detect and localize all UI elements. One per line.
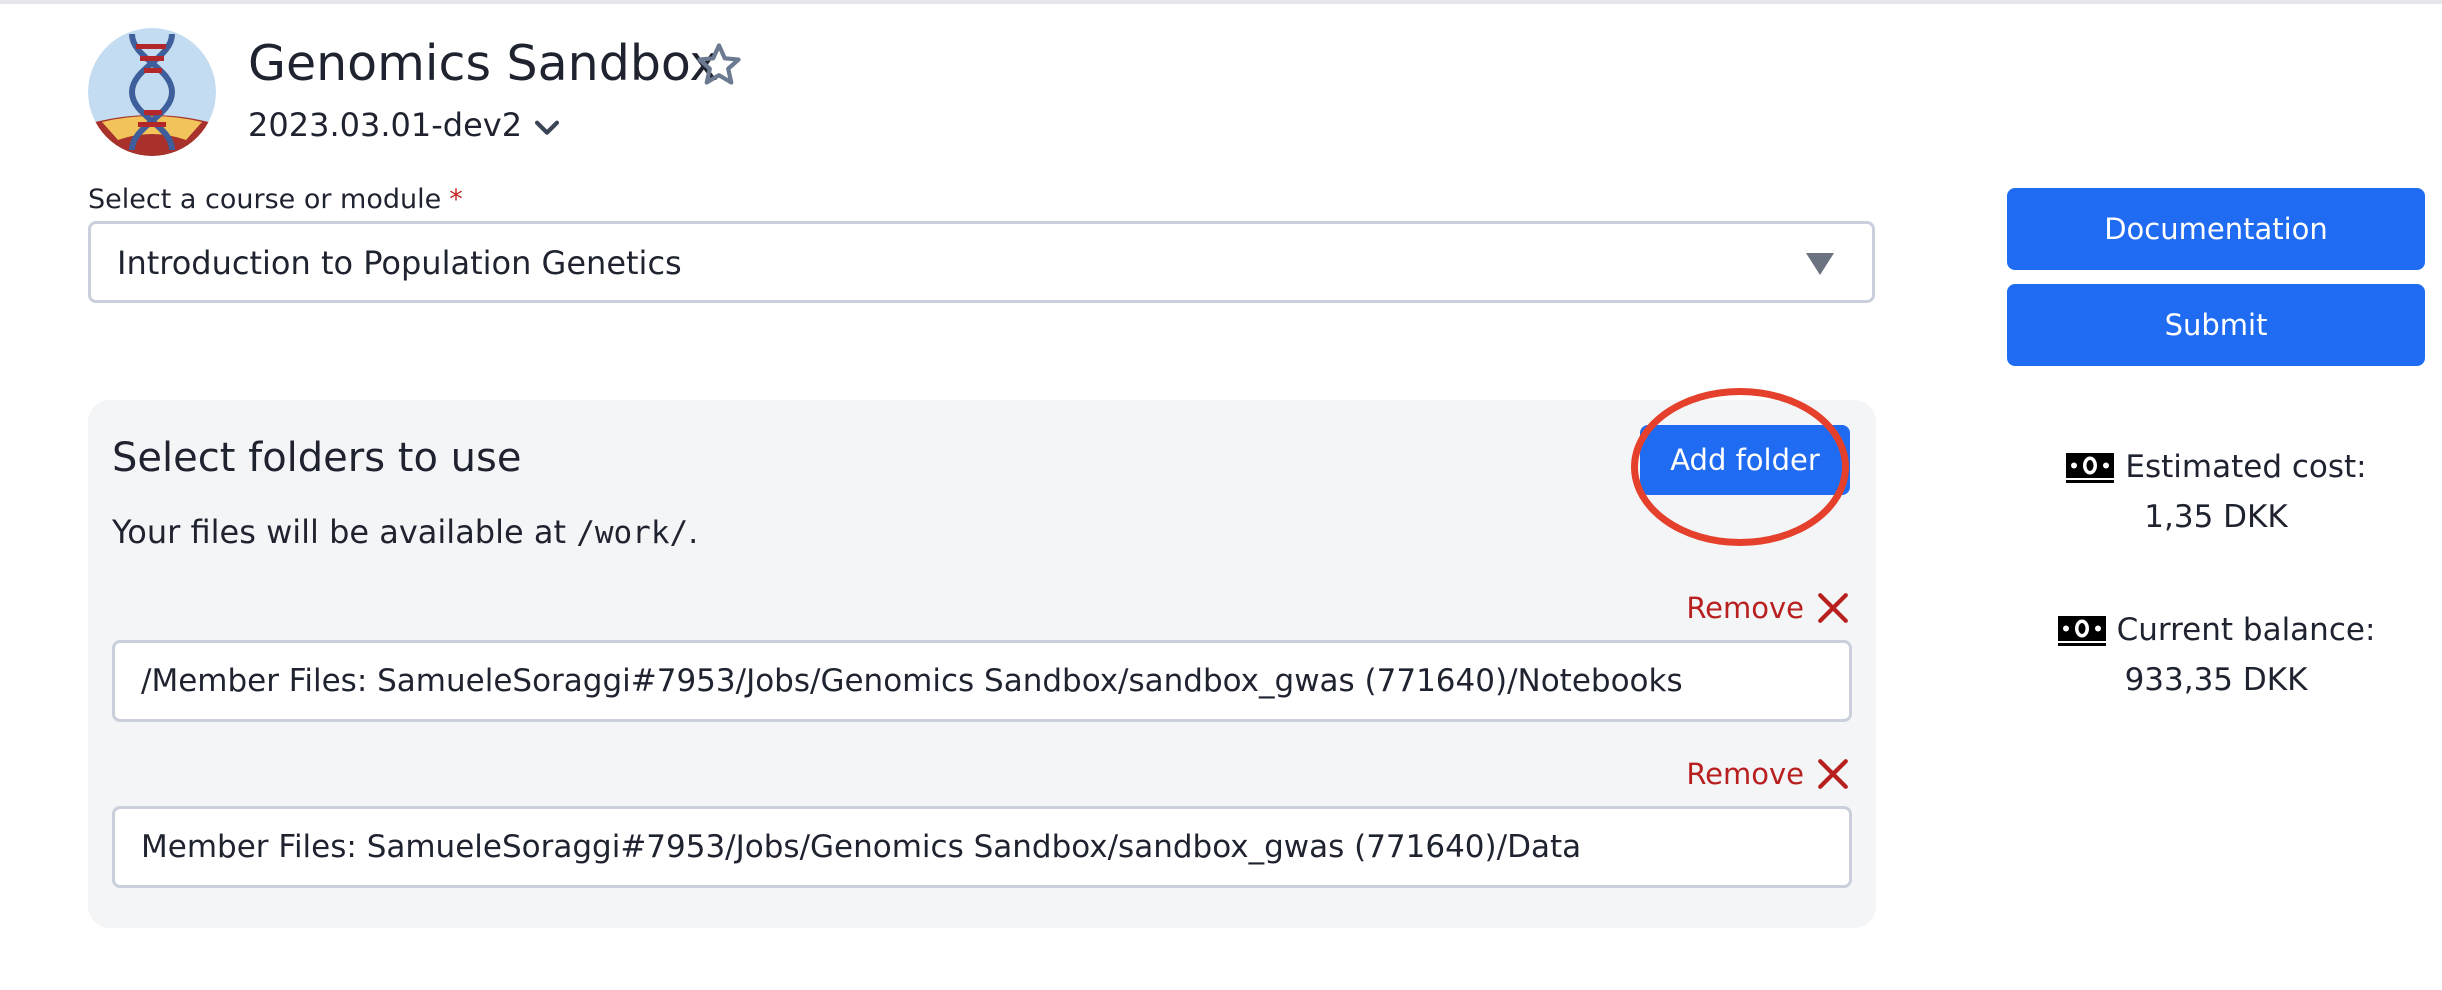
folder-path-input[interactable]	[112, 640, 1852, 722]
folders-panel: Select folders to use Your files will be…	[88, 388, 1876, 928]
estimated-cost: Estimated cost: 1,35 DKK	[2007, 442, 2425, 542]
balance-value: 933,35 DKK	[2124, 662, 2308, 698]
hint-suffix: .	[688, 513, 699, 551]
required-mark: *	[449, 184, 463, 215]
remove-folder-link[interactable]: Remove	[1686, 754, 1850, 794]
folders-hint: Your files will be available at /work/.	[112, 510, 698, 555]
add-folder-button[interactable]: Add folder	[1640, 425, 1850, 495]
money-icon	[2066, 453, 2115, 483]
chevron-down-icon[interactable]	[530, 110, 564, 144]
dropdown-triangle-icon	[1806, 253, 1834, 275]
hint-prefix: Your files will be available at	[112, 513, 577, 551]
submit-button[interactable]: Submit	[2007, 284, 2425, 366]
close-icon	[1818, 593, 1848, 623]
dna-logo-icon	[88, 28, 216, 156]
documentation-button[interactable]: Documentation	[2007, 188, 2425, 270]
folder-path-input[interactable]	[112, 806, 1852, 888]
close-icon	[1818, 759, 1848, 789]
course-select-value: Introduction to Population Genetics	[117, 244, 682, 282]
star-outline-icon[interactable]	[694, 40, 744, 90]
version-label: 2023.03.01-dev2	[248, 106, 523, 144]
current-balance: Current balance: 933,35 DKK	[2007, 605, 2425, 705]
estimated-cost-value: 1,35 DKK	[2144, 499, 2288, 535]
folders-title: Select folders to use	[112, 435, 522, 481]
course-select-label: Select a course or module *	[88, 182, 463, 218]
course-select[interactable]: Introduction to Population Genetics	[88, 221, 1875, 303]
remove-folder-link[interactable]: Remove	[1686, 588, 1850, 628]
remove-label: Remove	[1686, 591, 1804, 625]
balance-label: Current balance:	[2116, 612, 2376, 648]
money-icon	[2057, 616, 2106, 646]
app-title: Genomics Sandbox	[248, 35, 719, 92]
top-border	[0, 0, 2442, 4]
work-path: /work/	[576, 515, 689, 551]
remove-label: Remove	[1686, 757, 1804, 791]
estimated-cost-label: Estimated cost:	[2125, 449, 2367, 485]
course-label-text: Select a course or module	[88, 184, 442, 215]
